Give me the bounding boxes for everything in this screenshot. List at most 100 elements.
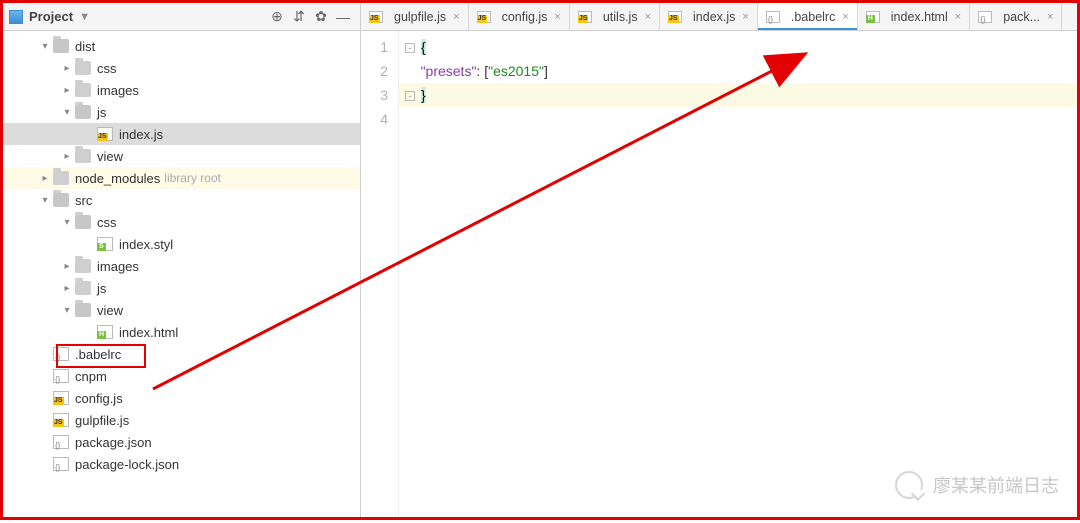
generic-icon [53,369,69,383]
editor-tab[interactable]: utils.js× [570,3,660,30]
hide-icon[interactable]: — [332,6,354,28]
folder-icon [75,105,91,119]
code-token: { [421,39,426,55]
editor-tab[interactable]: .babelrc× [758,3,858,30]
close-icon[interactable]: × [955,11,961,23]
chevron-right-icon[interactable]: ▸ [39,172,51,184]
tree-node[interactable]: ▸css [3,57,360,79]
collapse-icon[interactable]: ⇵ [288,6,310,28]
tree-node[interactable]: ▾ src [3,189,360,211]
tree-node-label: view [97,303,123,318]
editor-code[interactable]: -{ "presets": ["es2015"]-} [399,31,1077,517]
tree-node[interactable]: ▾ js [3,101,360,123]
editor-tab[interactable]: index.html× [858,3,970,30]
fold-icon[interactable]: - [405,43,415,53]
project-tree[interactable]: ▾dist▸css▸images▾jsindex.js▸view▸node_mo… [3,31,360,517]
tree-node[interactable]: package-lock.json [3,453,360,475]
code-line[interactable]: -{ [405,35,1077,59]
chevron-down-icon[interactable]: ▾ [39,40,51,52]
tree-node[interactable]: index.js [3,123,360,145]
close-icon[interactable]: × [842,11,848,23]
tree-node[interactable]: ▸view [3,145,360,167]
folder-icon [75,215,91,229]
chevron-right-icon[interactable]: ▸ [61,84,73,96]
editor-tab[interactable]: config.js× [469,3,570,30]
chevron-down-icon[interactable]: ▾ [61,304,73,316]
tree-node[interactable]: ▸ images [3,255,360,277]
watermark-text: 廖某某前端日志 [933,472,1059,498]
project-sidebar: Project ▼ ⊕ ⇵ ✿ — ▾dist▸css▸images▾jsind… [3,3,361,517]
project-label[interactable]: Project [29,9,73,24]
editor-gutter: 1234 [361,31,399,517]
editor-tab[interactable]: index.js × [660,3,758,30]
jsfile-icon [477,11,491,23]
tree-node-label: package.json [75,435,152,450]
tree-node-label: images [97,259,139,274]
library-root-tag: library root [164,171,221,185]
tree-node[interactable]: ▸ images [3,79,360,101]
editor-tab[interactable]: gulpfile.js × [361,3,469,30]
json-icon [53,457,69,471]
tree-node-label: css [97,215,117,230]
tree-node-label: js [97,281,106,296]
tree-node[interactable]: cnpm [3,365,360,387]
jsfile-icon [53,391,69,405]
editor-tab[interactable]: pack... × [970,3,1062,30]
html-icon [97,325,113,339]
sidebar-header: Project ▼ ⊕ ⇵ ✿ — [3,3,360,31]
tab-label: index.js [693,10,735,24]
tree-node-label: src [75,193,92,208]
tree-node[interactable]: index.styl [3,233,360,255]
project-icon [9,10,23,24]
chevron-right-icon[interactable]: ▸ [61,260,73,272]
tab-label: gulpfile.js [394,10,446,24]
tree-node-label: dist [75,39,95,54]
annotation-box [56,344,146,368]
close-icon[interactable]: × [554,11,560,23]
code-line[interactable]: "presets": ["es2015"] [405,59,1077,83]
chevron-down-icon[interactable]: ▾ [39,194,51,206]
project-dropdown-icon[interactable]: ▼ [79,11,90,23]
code-token: : [ [476,63,488,79]
close-icon[interactable]: × [453,11,459,23]
close-icon[interactable]: × [742,11,748,23]
tree-node-label: js [97,105,106,120]
tree-node[interactable]: ▾ view [3,299,360,321]
tree-node-label: index.html [119,325,178,340]
tree-node[interactable]: package.json [3,431,360,453]
settings-icon[interactable]: ✿ [310,6,332,28]
chevron-right-icon[interactable]: ▸ [61,282,73,294]
folder-icon [53,193,69,207]
tree-node-label: package-lock.json [75,457,179,472]
close-icon[interactable]: × [645,11,651,23]
editor-tabs: gulpfile.js×config.js×utils.js×index.js×… [361,3,1077,31]
tree-node[interactable]: gulpfile.js [3,409,360,431]
tree-node[interactable]: config.js [3,387,360,409]
jsfile-icon [97,127,113,141]
chevron-down-icon[interactable]: ▾ [61,216,73,228]
chevron-right-icon[interactable]: ▸ [61,62,73,74]
chevron-right-icon[interactable]: ▸ [61,150,73,162]
tree-node-label: node_modules [75,171,160,186]
jsfile-icon [668,11,682,23]
tree-node[interactable]: ▸ node_modules library root [3,167,360,189]
code-token: ] [544,63,548,79]
json-icon [978,11,992,23]
tree-node[interactable]: ▸ js [3,277,360,299]
code-token: "es2015" [488,63,544,79]
html-icon [866,11,880,23]
tab-label: pack... [1003,10,1040,24]
fold-icon[interactable]: - [405,91,415,101]
folder-icon [75,259,91,273]
chevron-down-icon[interactable]: ▾ [61,106,73,118]
tree-node[interactable]: ▾ dist [3,35,360,57]
folder-icon [75,303,91,317]
tree-node[interactable]: ▾ css [3,211,360,233]
locate-icon[interactable]: ⊕ [266,6,288,28]
tree-node-label: images [97,83,139,98]
tree-node-label: index.js [119,127,163,142]
tree-node[interactable]: index.html [3,321,360,343]
folder-icon [53,171,69,185]
close-icon[interactable]: × [1047,11,1053,23]
tree-node-label: config.js [75,391,123,406]
